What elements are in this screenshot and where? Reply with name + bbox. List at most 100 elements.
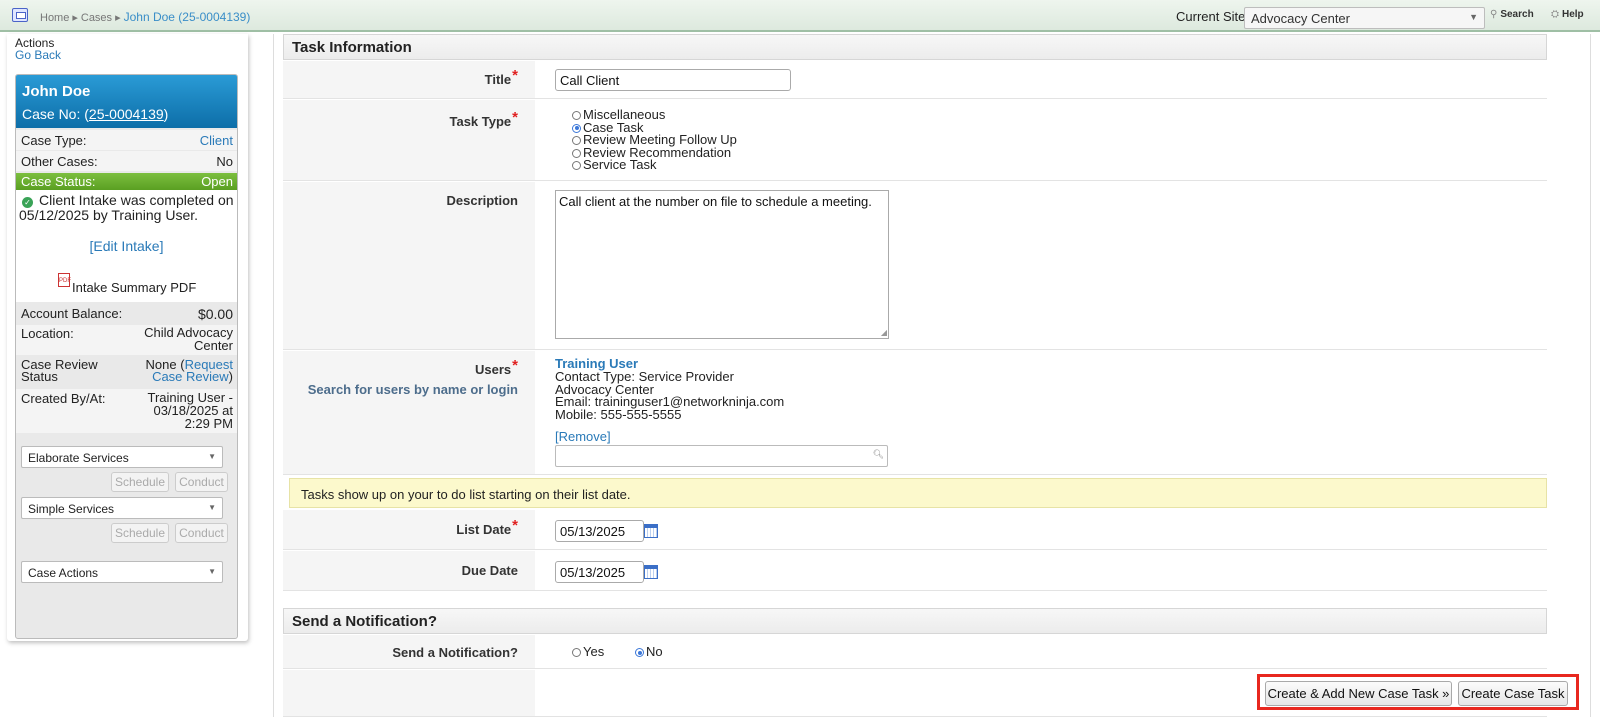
- conduct-button-1[interactable]: Conduct: [175, 472, 228, 492]
- case-sidebar: Actions Go Back John Doe Case No: (25-00…: [7, 34, 248, 641]
- created-label: Created By/At:: [21, 391, 106, 406]
- intake-text: Client Intake was completed on 05/12/202…: [19, 192, 234, 223]
- case-type-value[interactable]: Client: [200, 133, 233, 148]
- list-date-row: List Date*: [283, 510, 1547, 550]
- case-status-label: Case Status:: [21, 174, 96, 189]
- account-balance-value: $0.00: [197, 306, 233, 322]
- list-date-input[interactable]: [555, 520, 644, 542]
- case-status-row: Case Status: Open: [16, 173, 237, 190]
- case-summary-card: John Doe Case No: (25-0004139) Case Type…: [15, 74, 238, 639]
- radio-selected-icon[interactable]: [572, 123, 581, 133]
- other-cases-row: Other Cases: No: [16, 151, 237, 171]
- case-header: John Doe Case No: (25-0004139): [16, 75, 237, 128]
- selected-user: Training User Contact Type: Service Prov…: [555, 357, 784, 423]
- task-type-options: Miscellaneous Case Task Review Meeting F…: [572, 108, 737, 172]
- description-text: Call client at the number on file to sch…: [559, 194, 872, 209]
- schedule-button-2[interactable]: Schedule: [111, 523, 169, 543]
- chevron-down-icon: ▼: [208, 567, 216, 576]
- breadcrumb: Home ▸ Cases ▸ John Doe (25-0004139): [40, 10, 251, 24]
- magnifier-icon: 🔍︎: [872, 449, 884, 459]
- case-review-row: Case Review Status None (Request Case Revi…: [16, 357, 237, 387]
- other-cases-value: No: [216, 154, 233, 169]
- task-type-row: Task Type*: [283, 100, 1547, 181]
- list-date-notice: Tasks show up on your to do list startin…: [289, 478, 1547, 508]
- breadcrumb-cases[interactable]: Cases: [81, 12, 112, 24]
- search-button[interactable]: ⚲ Search: [1490, 9, 1534, 20]
- help-button[interactable]: ⛭ Help: [1551, 9, 1584, 20]
- due-date-label: Due Date: [461, 563, 518, 578]
- title-label: Title*: [484, 67, 518, 87]
- case-status-value: Open: [201, 174, 233, 189]
- home-icon[interactable]: [12, 8, 28, 22]
- calendar-icon[interactable]: [644, 524, 658, 538]
- main-left-border: [273, 34, 274, 717]
- chevron-down-icon: ▼: [208, 452, 216, 461]
- notification-yes[interactable]: Yes: [572, 645, 604, 659]
- current-site-select[interactable]: Advocacy Center ▼: [1244, 7, 1485, 29]
- location-label: Location:: [21, 326, 74, 341]
- main-right-border: [1590, 34, 1591, 717]
- radio-selected-icon[interactable]: [635, 648, 644, 657]
- account-balance-row: Account Balance: $0.00: [16, 302, 237, 324]
- radio-icon[interactable]: [572, 136, 581, 145]
- task-type-label: Task Type*: [449, 109, 519, 129]
- title-input[interactable]: [555, 69, 791, 91]
- top-bar: Home ▸ Cases ▸ John Doe (25-0004139) Current…: [0, 0, 1600, 32]
- simple-services-value: Simple Services: [28, 502, 115, 516]
- case-name: John Doe: [22, 83, 91, 100]
- due-date-input[interactable]: [555, 561, 644, 583]
- radio-icon[interactable]: [572, 648, 581, 657]
- conduct-button-2[interactable]: Conduct: [175, 523, 228, 543]
- user-search-input[interactable]: 🔍︎: [555, 445, 888, 467]
- go-back-link[interactable]: Go Back: [15, 48, 61, 62]
- highlight-box: [1257, 674, 1579, 710]
- current-site-value: Advocacy Center: [1251, 11, 1350, 26]
- chevron-down-icon: ▼: [1469, 12, 1478, 22]
- list-date-label: List Date*: [456, 517, 518, 537]
- intake-pdf-label[interactable]: Intake Summary PDF: [72, 280, 196, 295]
- schedule-button-1[interactable]: Schedule: [111, 472, 169, 492]
- intake-pdf[interactable]: PDF Intake Summary PDF: [16, 260, 237, 302]
- breadcrumb-home[interactable]: Home: [40, 12, 69, 24]
- help-label: Help: [1562, 9, 1584, 20]
- help-icon: ⛭: [1551, 9, 1559, 20]
- user-mobile: Mobile: 555-555-5555: [555, 407, 682, 423]
- created-row: Created By/At: Training User -03/18/2025…: [16, 389, 237, 433]
- case-number-link[interactable]: 25-0004139: [89, 106, 164, 122]
- notification-row: Send a Notification?: [283, 635, 1547, 669]
- remove-user-link[interactable]: [Remove]: [555, 429, 611, 444]
- simple-services-select[interactable]: Simple Services ▼: [21, 497, 223, 519]
- intake-status: ✓ Client Intake was completed on 05/12/2…: [16, 190, 237, 260]
- task-information-header: Task Information: [283, 34, 1547, 60]
- title-row: Title*: [283, 61, 1547, 99]
- request-review-link-2[interactable]: Case Review: [152, 369, 229, 384]
- users-label: Users*: [475, 357, 518, 377]
- breadcrumb-current[interactable]: John Doe (25-0004139): [124, 10, 251, 24]
- search-icon: ⚲: [1490, 9, 1498, 20]
- task-type-service-task[interactable]: Service Task: [572, 158, 737, 172]
- radio-icon[interactable]: [572, 161, 581, 170]
- elaborate-services-select[interactable]: Elaborate Services ▼: [21, 446, 223, 468]
- case-actions-value: Case Actions: [28, 566, 99, 580]
- other-cases-label: Other Cases:: [21, 154, 98, 169]
- notification-no[interactable]: No: [635, 645, 663, 659]
- created-value: Training User -03/18/2025 at 2:29 PM: [147, 390, 233, 431]
- case-actions-select[interactable]: Case Actions ▼: [21, 561, 223, 583]
- notification-header: Send a Notification?: [283, 608, 1547, 634]
- case-type-label: Case Type:: [21, 133, 87, 148]
- description-row: Description: [283, 182, 1547, 350]
- radio-icon[interactable]: [572, 148, 581, 158]
- search-label: Search: [1500, 9, 1534, 20]
- location-value: Child Advocacy Center: [144, 325, 233, 353]
- calendar-icon[interactable]: [644, 565, 658, 579]
- due-date-row: Due Date: [283, 551, 1547, 591]
- resize-grip-icon[interactable]: ◢: [881, 328, 887, 337]
- edit-intake-link[interactable]: [Edit Intake]: [16, 238, 237, 254]
- location-row: Location: Child Advocacy Center: [16, 325, 237, 355]
- current-site-label: Current Site: [1176, 9, 1246, 24]
- description-label: Description: [446, 193, 518, 208]
- chevron-down-icon: ▼: [208, 503, 216, 512]
- radio-icon[interactable]: [572, 111, 581, 120]
- description-textarea[interactable]: Call client at the number on file to sch…: [555, 190, 889, 339]
- account-balance-label: Account Balance:: [21, 306, 123, 321]
